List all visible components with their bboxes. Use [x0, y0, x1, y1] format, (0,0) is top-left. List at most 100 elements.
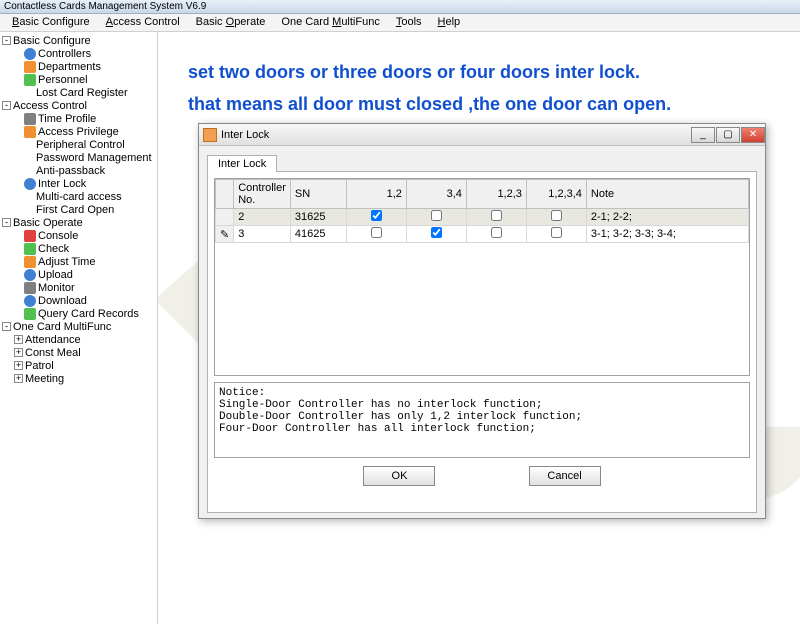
row-marker — [216, 209, 234, 226]
table-row[interactable]: 2 31625 2-1; 2-2; — [216, 209, 749, 226]
tree-multifunc[interactable]: One Card MultiFunc — [13, 321, 111, 333]
expand-icon[interactable]: - — [2, 218, 11, 227]
tree-download[interactable]: Download — [38, 295, 87, 307]
nav-tree[interactable]: -Basic Configure Controllers Departments… — [0, 32, 158, 624]
tree-departments[interactable]: Departments — [38, 61, 101, 73]
expand-icon[interactable]: - — [2, 322, 11, 331]
notice-line-2: Double-Door Controller has only 1,2 inte… — [219, 411, 745, 423]
dialog-icon — [203, 128, 217, 142]
tree-time-profile[interactable]: Time Profile — [38, 113, 96, 125]
check-icon — [24, 243, 36, 255]
departments-icon — [24, 61, 36, 73]
minimize-button[interactable]: _ — [691, 127, 715, 143]
chk-123[interactable] — [491, 210, 502, 221]
tree-inter-lock[interactable]: Inter Lock — [38, 178, 86, 190]
personnel-icon — [24, 74, 36, 86]
interlock-icon — [24, 178, 36, 190]
expand-icon[interactable]: - — [2, 36, 11, 45]
console-icon — [24, 230, 36, 242]
close-button[interactable]: ✕ — [741, 127, 765, 143]
download-icon — [24, 295, 36, 307]
cell-no: 3 — [234, 226, 291, 243]
tree-multicard[interactable]: Multi-card access — [36, 191, 122, 203]
expand-icon[interactable]: + — [14, 335, 23, 344]
menu-tools[interactable]: Tools — [388, 14, 430, 31]
menubar: Basic Configure Access Control Basic Ope… — [0, 14, 800, 32]
chk-12[interactable] — [371, 227, 382, 238]
cell-note: 2-1; 2-2; — [586, 209, 748, 226]
menu-help[interactable]: Help — [430, 14, 469, 31]
cancel-button[interactable]: Cancel — [529, 466, 601, 486]
tree-peripheral[interactable]: Peripheral Control — [36, 139, 125, 151]
cell-sn: 31625 — [290, 209, 346, 226]
dialog-titlebar[interactable]: Inter Lock _ ▢ ✕ — [199, 124, 765, 146]
chk-1234[interactable] — [551, 227, 562, 238]
maximize-button[interactable]: ▢ — [716, 127, 740, 143]
tree-firstcard[interactable]: First Card Open — [36, 204, 114, 216]
upload-icon — [24, 269, 36, 281]
expand-icon[interactable]: + — [14, 374, 23, 383]
row-marker-header — [216, 180, 234, 209]
menu-access-control[interactable]: Access Control — [98, 14, 188, 31]
menu-one-card-multifunc[interactable]: One Card MultiFunc — [273, 14, 387, 31]
chk-34[interactable] — [431, 210, 442, 221]
clock-icon — [24, 256, 36, 268]
ok-button[interactable]: OK — [363, 466, 435, 486]
expand-icon[interactable]: + — [14, 348, 23, 357]
col-123[interactable]: 1,2,3 — [466, 180, 526, 209]
tree-basic-operate[interactable]: Basic Operate — [13, 217, 83, 229]
expand-icon[interactable]: + — [14, 361, 23, 370]
annotation-line-1: set two doors or three doors or four doo… — [188, 62, 640, 83]
chk-123[interactable] — [491, 227, 502, 238]
tree-controllers[interactable]: Controllers — [38, 48, 91, 60]
expand-icon[interactable]: - — [2, 101, 11, 110]
time-icon — [24, 113, 36, 125]
menu-basic-operate[interactable]: Basic Operate — [188, 14, 274, 31]
tree-antipassback[interactable]: Anti-passback — [36, 165, 105, 177]
tree-patrol[interactable]: Patrol — [25, 360, 54, 372]
cell-no: 2 — [234, 209, 291, 226]
privilege-icon — [24, 126, 36, 138]
chk-12[interactable] — [371, 210, 382, 221]
annotation-line-2: that means all door must closed ,the one… — [188, 94, 671, 115]
chk-34[interactable] — [431, 227, 442, 238]
inter-lock-dialog: Inter Lock _ ▢ ✕ Inter Lock Controller N… — [198, 123, 766, 519]
col-controller-no[interactable]: Controller No. — [234, 180, 291, 209]
monitor-icon — [24, 282, 36, 294]
controllers-icon — [24, 48, 36, 60]
tree-monitor[interactable]: Monitor — [38, 282, 75, 294]
notice-line-1: Single-Door Controller has no interlock … — [219, 399, 745, 411]
cell-note: 3-1; 3-2; 3-3; 3-4; — [586, 226, 748, 243]
tree-console[interactable]: Console — [38, 230, 78, 242]
tab-inter-lock[interactable]: Inter Lock — [207, 155, 277, 172]
menu-basic-configure[interactable]: Basic Configure — [4, 14, 98, 31]
tree-meeting[interactable]: Meeting — [25, 373, 64, 385]
app-title: Contactless Cards Management System V6.9 — [4, 1, 206, 12]
tree-upload[interactable]: Upload — [38, 269, 73, 281]
chk-1234[interactable] — [551, 210, 562, 221]
tree-personnel[interactable]: Personnel — [38, 74, 88, 86]
tree-check[interactable]: Check — [38, 243, 69, 255]
table-row[interactable]: ✎ 3 41625 3-1; 3-2; 3-3; 3-4; — [216, 226, 749, 243]
app-titlebar: Contactless Cards Management System V6.9 — [0, 0, 800, 14]
content-area: set two doors or three doors or four doo… — [158, 32, 800, 624]
cell-sn: 41625 — [290, 226, 346, 243]
tree-access-control[interactable]: Access Control — [13, 100, 87, 112]
tree-lost-card[interactable]: Lost Card Register — [36, 87, 128, 99]
col-1234[interactable]: 1,2,3,4 — [526, 180, 586, 209]
interlock-grid[interactable]: Controller No. SN 1,2 3,4 1,2,3 1,2,3,4 … — [214, 178, 750, 376]
tree-password[interactable]: Password Management — [36, 152, 152, 164]
notice-header: Notice: — [219, 387, 745, 399]
tree-basic-configure[interactable]: Basic Configure — [13, 35, 91, 47]
tree-query[interactable]: Query Card Records — [38, 308, 139, 320]
col-34[interactable]: 3,4 — [406, 180, 466, 209]
row-marker-edit: ✎ — [216, 226, 234, 243]
notice-box: Notice: Single-Door Controller has no in… — [214, 382, 750, 458]
col-sn[interactable]: SN — [290, 180, 346, 209]
tree-access-privilege[interactable]: Access Privilege — [38, 126, 119, 138]
tree-adjust-time[interactable]: Adjust Time — [38, 256, 95, 268]
col-12[interactable]: 1,2 — [346, 180, 406, 209]
tree-attendance[interactable]: Attendance — [25, 334, 81, 346]
col-note[interactable]: Note — [586, 180, 748, 209]
tree-constmeal[interactable]: Const Meal — [25, 347, 81, 359]
